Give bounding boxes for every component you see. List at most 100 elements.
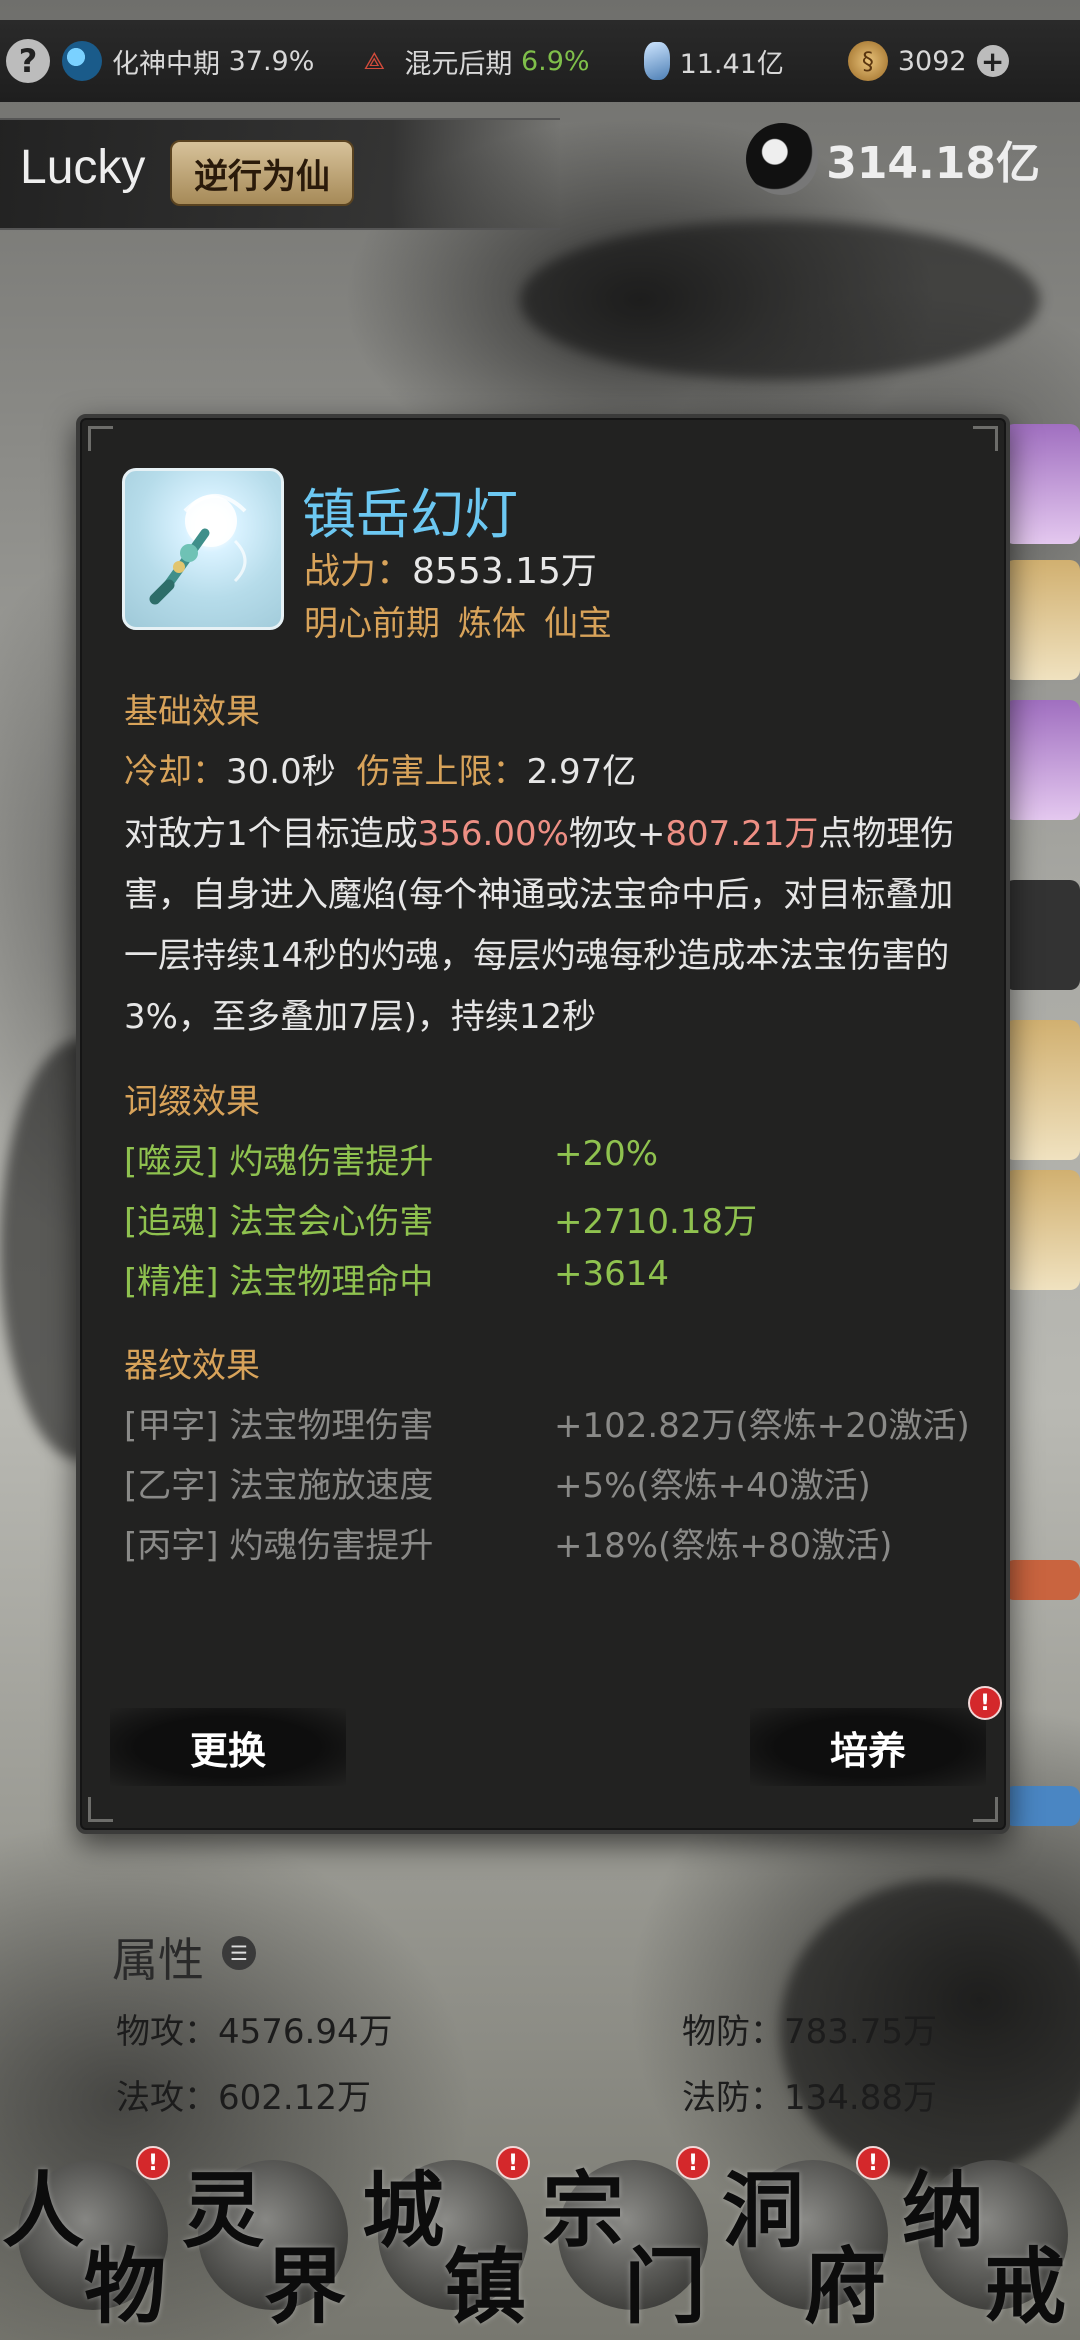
player-title-badge[interactable]: 逆行为仙 — [170, 140, 354, 206]
phys-atk-label: 物攻： — [116, 2012, 218, 2052]
desc-flat: 807.21万 — [665, 814, 819, 854]
desc-prefix: 对敌方1个目标造成 — [124, 814, 418, 854]
player-name: Lucky — [20, 141, 146, 194]
side-bar-orange — [1004, 1560, 1080, 1600]
player-name-bar: Lucky 逆行为仙 — [0, 118, 560, 230]
affix-effect-title: 词缀效果 — [124, 1082, 260, 1122]
item-power-value: 8553.15万 — [412, 551, 597, 592]
nav-storage-ring[interactable]: 纳 戒 — [900, 2140, 1080, 2340]
nav-sect[interactable]: 宗 门 ! — [540, 2140, 720, 2340]
nav-char: 城 — [362, 2163, 445, 2259]
side-equip-slot[interactable] — [1004, 1020, 1080, 1160]
nav-cave[interactable]: 洞 府 ! — [720, 2140, 900, 2340]
nav-char: 人 — [2, 2163, 85, 2259]
nav-char: 界 — [264, 2239, 347, 2335]
pattern-name: [甲字] 法宝物理伤害 — [124, 1406, 434, 1446]
mag-def-label: 法防： — [682, 2078, 784, 2118]
crystal-amount: 11.41亿 — [679, 48, 784, 80]
cooldown-label: 冷却： — [124, 752, 226, 792]
pattern-name: [丙字] 灼魂伤害提升 — [124, 1526, 434, 1566]
item-tags: 明心前期 炼体 仙宝 — [304, 596, 612, 645]
desc-percent: 356.00% — [417, 814, 569, 854]
pattern-value: +5%(祭炼+40激活) — [554, 1466, 871, 1506]
affix-value: +2710.18万 — [554, 1202, 758, 1242]
coin-currency: § 3092 + — [847, 41, 1009, 81]
mag-atk-value: 602.12万 — [218, 2078, 371, 2118]
spike-icon: ⟁ — [363, 47, 386, 75]
nav-alert-badge: ! — [136, 2146, 170, 2180]
nav-town[interactable]: 城 镇 ! — [360, 2140, 540, 2340]
nav-alert-badge: ! — [496, 2146, 530, 2180]
status-bar: ? 化神中期 37.9% ⟁ 混元后期 6.9% 11.41亿 § 3092 + — [0, 20, 1080, 102]
realm-name: 化神中期 — [112, 48, 220, 80]
phys-def-value: 783.75万 — [784, 2012, 937, 2052]
phys-atk-stat: 物攻：4576.94万 — [116, 2004, 393, 2053]
crystal-icon — [643, 42, 670, 80]
affix-name: [追魂] 法宝会心伤害 — [124, 1202, 434, 1242]
item-name: 镇岳幻灯 — [302, 483, 518, 546]
affix-row: [追魂] 法宝会心伤害 +2710.18万 — [124, 1194, 757, 1243]
base-effect-title: 基础效果 — [124, 692, 260, 732]
affix-name: [噬灵] 灼魂伤害提升 — [124, 1142, 434, 1182]
train-alert-badge: ! — [968, 1686, 1002, 1720]
pattern-row: [乙字] 法宝施放速度 +5%(祭炼+40激活) — [124, 1458, 871, 1507]
side-equip-slot[interactable] — [1004, 424, 1080, 544]
coin-icon: § — [847, 41, 888, 81]
base-effect-description: 对敌方1个目标造成356.00%物攻+807.21万点物理伤害，自身进入魔焰(每… — [124, 804, 984, 1048]
side-equip-slot[interactable] — [1004, 700, 1080, 820]
nav-character[interactable]: 人 物 ! — [0, 2140, 180, 2340]
nav-spirit-realm[interactable]: 灵 界 — [180, 2140, 360, 2340]
mag-def-value: 134.88万 — [784, 2078, 937, 2118]
pattern-value: +18%(祭炼+80激活) — [554, 1526, 893, 1566]
bottom-nav: 人 物 ! 灵 界 城 镇 ! 宗 门 ! 洞 府 ! 纳 戒 — [0, 2140, 1080, 2340]
corner-ornament — [973, 426, 998, 451]
side-equip-slot[interactable] — [1004, 1170, 1080, 1290]
nav-char: 门 — [624, 2239, 707, 2335]
nav-char: 物 — [84, 2239, 167, 2335]
total-power: 314.18亿 — [746, 122, 1040, 196]
side-equip-slot[interactable] — [1004, 560, 1080, 680]
phys-def-stat: 物防：783.75万 — [682, 2004, 937, 2053]
side-bar-blue — [1004, 1786, 1080, 1826]
phys-def-label: 物防： — [682, 2012, 784, 2052]
nav-char: 纳 — [902, 2163, 985, 2259]
taiji-icon — [62, 41, 102, 81]
corner-ornament — [88, 1797, 113, 1822]
item-tag-realm: 明心前期 — [304, 604, 440, 644]
item-power: 战力：8553.15万 — [304, 542, 597, 594]
phys-atk-value: 4576.94万 — [218, 2012, 393, 2052]
item-tag-grade: 仙宝 — [544, 604, 612, 644]
realm-name: 混元后期 — [404, 48, 513, 80]
item-tag-type: 炼体 — [458, 604, 526, 644]
pattern-name: [乙字] 法宝施放速度 — [124, 1466, 434, 1506]
help-button[interactable]: ? — [6, 39, 50, 83]
mag-atk-stat: 法攻：602.12万 — [116, 2070, 371, 2119]
mag-def-stat: 法防：134.88万 — [682, 2070, 937, 2119]
realm-progress-2: ⟁ 混元后期 6.9% — [354, 41, 590, 81]
realm-pct: 6.9% — [520, 45, 590, 77]
nav-alert-badge: ! — [856, 2146, 890, 2180]
damage-cap-label: 伤害上限： — [356, 752, 527, 792]
swap-button[interactable]: 更换 — [110, 1708, 346, 1786]
nav-char: 宗 — [542, 2163, 625, 2259]
item-detail-modal: 镇岳幻灯 战力：8553.15万 明心前期 炼体 仙宝 基础效果 冷却：30.0… — [76, 414, 1010, 1834]
affix-name: [精准] 法宝物理命中 — [124, 1262, 434, 1302]
pattern-effect-title: 器纹效果 — [124, 1346, 260, 1386]
train-button[interactable]: 培养 — [750, 1708, 986, 1786]
damage-cap-value: 2.97亿 — [526, 752, 637, 792]
taiji-power-icon — [746, 123, 819, 195]
nav-char: 府 — [804, 2239, 887, 2335]
coin-amount: 3092 — [897, 45, 967, 77]
corner-ornament — [88, 426, 113, 451]
cooldown-value: 30.0秒 — [226, 752, 336, 792]
nav-char: 镇 — [444, 2239, 527, 2335]
list-icon[interactable]: ☰ — [222, 1936, 256, 1970]
affix-row: [精准] 法宝物理命中 +3614 — [124, 1254, 669, 1303]
crystal-currency: 11.41亿 — [643, 42, 784, 81]
realm-progress-1: 化神中期 37.9% — [62, 41, 314, 81]
pattern-value: +102.82万(祭炼+20激活) — [554, 1406, 970, 1446]
add-coins-button[interactable]: + — [976, 45, 1009, 78]
affix-value: +20% — [554, 1134, 659, 1174]
side-equip-slot[interactable] — [1004, 880, 1080, 990]
total-power-value: 314.18亿 — [826, 138, 1040, 189]
